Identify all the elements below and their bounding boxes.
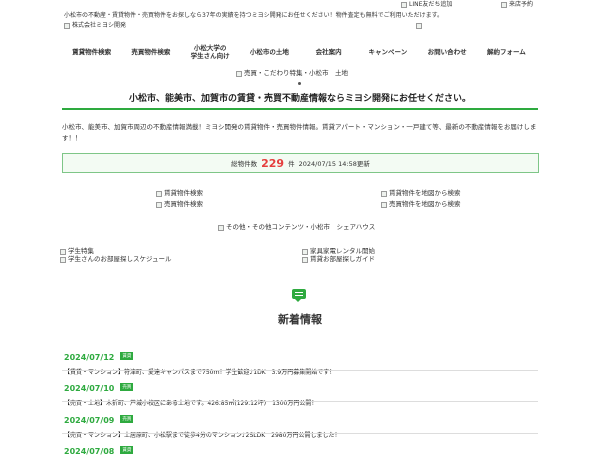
count-unit: 件 [288, 160, 295, 168]
student-schedule-alt: 学生さんのお部屋探しスケジュール [68, 255, 172, 263]
news-date: 2024/07/12 [64, 353, 115, 362]
broken-image-icon [381, 190, 387, 197]
rent-search-alt: 賃貸物件検索 [164, 189, 203, 197]
broken-image-icon [60, 248, 66, 255]
header-banner-image [416, 23, 422, 29]
news-item[interactable]: 2024/07/10 売買 【売買・土地】木折町、芦城小校区にある土地です。426… [64, 376, 317, 407]
news-text[interactable]: 【売買・マンション】土居原町、小松駅まで徒歩4分のマンション♪2SLDK 298… [64, 430, 340, 439]
updated-time: 2024/07/15 14:58更新 [298, 160, 370, 168]
main-nav: 賃貸物件検索 売買物件検索 小松大学の 学生さん向け 小松市の土地 会社案内 キ… [62, 37, 536, 67]
share-house-alt: その他・その他コンテンツ・小松市 シェアハウス [226, 223, 376, 231]
broken-image-icon [501, 2, 507, 8]
nav-student[interactable]: 小松大学の 学生さん向け [181, 37, 240, 67]
news-category-badge: 売買 [120, 414, 134, 423]
hero-image[interactable]: 売買・こだわり特集・小松市 土地 [236, 69, 348, 78]
nav-cancel-form[interactable]: 解約フォーム [477, 37, 536, 67]
company-logo[interactable]: 株式会社ミヨシ開発 [64, 22, 126, 30]
sale-map-search-alt: 売買物件を地図から検索 [389, 200, 461, 208]
rent-map-search-banner[interactable]: 賃貸物件を地図から検索 [381, 189, 461, 198]
line-link-label: LINE友だち追加 [409, 1, 453, 8]
broken-image-icon [60, 256, 66, 263]
sale-search-alt: 売買物件検索 [164, 200, 203, 208]
nav-komatsu-land[interactable]: 小松市の土地 [240, 37, 299, 67]
header-tagline: 小松市の不動産・賃貸物件・売買物件をお探しなら37年の実績を持つミヨシ開発にお任… [64, 12, 444, 19]
rent-search-banner[interactable]: 賃貸物件検索 [156, 189, 203, 198]
hero-headline: 小松市、能美市、加賀市の賃貸・売買不動産情報ならミヨシ開発にお任せください。 [128, 94, 471, 104]
news-category-badge: 売買 [120, 382, 134, 391]
broken-image-icon [64, 23, 70, 29]
broken-image-icon [381, 201, 387, 208]
line-friend-link[interactable]: LINE友だち追加 [401, 1, 452, 9]
broken-image-icon [302, 248, 308, 255]
news-text[interactable]: 【賃貸・マンション】符津町、愛達キャンパスまで750ｍ！学生歓迎♪1DK 3.9… [64, 367, 335, 376]
chat-bubble-icon [292, 289, 306, 302]
slider-dot[interactable] [298, 82, 301, 85]
count-label: 総物件数 [231, 160, 258, 168]
broken-image-icon [401, 2, 407, 8]
student-schedule-banner[interactable]: 学生さんのお部屋探しスケジュール [60, 255, 172, 264]
broken-image-icon [416, 23, 422, 29]
broken-image-icon [236, 70, 242, 77]
broken-image-icon [302, 256, 308, 263]
room-guide-banner[interactable]: 賃貸お部屋探しガイド [302, 255, 375, 264]
property-count-card: 総物件数 229 件 2024/07/15 14:58更新 [62, 153, 539, 173]
news-category-badge: 賃貸 [120, 351, 134, 360]
logo-alt-text: 株式会社ミヨシ開発 [72, 22, 127, 29]
share-house-banner[interactable]: その他・その他コンテンツ・小松市 シェアハウス [218, 223, 375, 232]
news-divider [62, 370, 538, 371]
news-item[interactable]: 2024/07/12 賃貸 【賃貸・マンション】符津町、愛達キャンパスまで750ｍ… [64, 345, 335, 376]
news-text[interactable]: 【売買・土地】木折町、芦城小校区にある土地です。426.85㎡(129.12坪)… [64, 398, 317, 407]
news-date: 2024/07/09 [64, 416, 115, 425]
hero-description: 小松市、能美市、加賀市周辺の不動産情報満載！ミヨシ開発の賃貸物件・売買物件情報。… [62, 123, 537, 142]
nav-campaign[interactable]: キャンペーン [358, 37, 417, 67]
sale-map-search-banner[interactable]: 売買物件を地図から検索 [381, 200, 461, 209]
visit-reservation-link[interactable]: 来店予約 [501, 1, 533, 9]
broken-image-icon [156, 201, 162, 208]
hero-underline [62, 108, 538, 110]
nav-company[interactable]: 会社案内 [299, 37, 358, 67]
visit-link-label: 来店予約 [509, 1, 534, 8]
broken-image-icon [156, 190, 162, 197]
property-count: 229 [261, 156, 285, 170]
news-item[interactable]: 2024/07/08 賃貸 [64, 439, 134, 458]
nav-contact[interactable]: お問い合わせ [418, 37, 477, 67]
nav-sale-search[interactable]: 売買物件検索 [121, 37, 180, 67]
hero-image-alt: 売買・こだわり特集・小松市 土地 [244, 69, 348, 77]
nav-rent-search[interactable]: 賃貸物件検索 [62, 37, 121, 67]
rent-map-search-alt: 賃貸物件を地図から検索 [389, 189, 461, 197]
news-divider [62, 401, 538, 402]
broken-image-icon [218, 224, 224, 231]
news-date: 2024/07/10 [64, 384, 115, 393]
news-item[interactable]: 2024/07/09 売買 【売買・マンション】土居原町、小松駅まで徒歩4分のマン… [64, 408, 340, 439]
room-guide-alt: 賃貸お部屋探しガイド [310, 255, 375, 263]
news-date: 2024/07/08 [64, 447, 115, 456]
news-divider [62, 433, 538, 434]
news-title: 新着情報 [278, 313, 322, 326]
sale-search-banner[interactable]: 売買物件検索 [156, 200, 203, 209]
